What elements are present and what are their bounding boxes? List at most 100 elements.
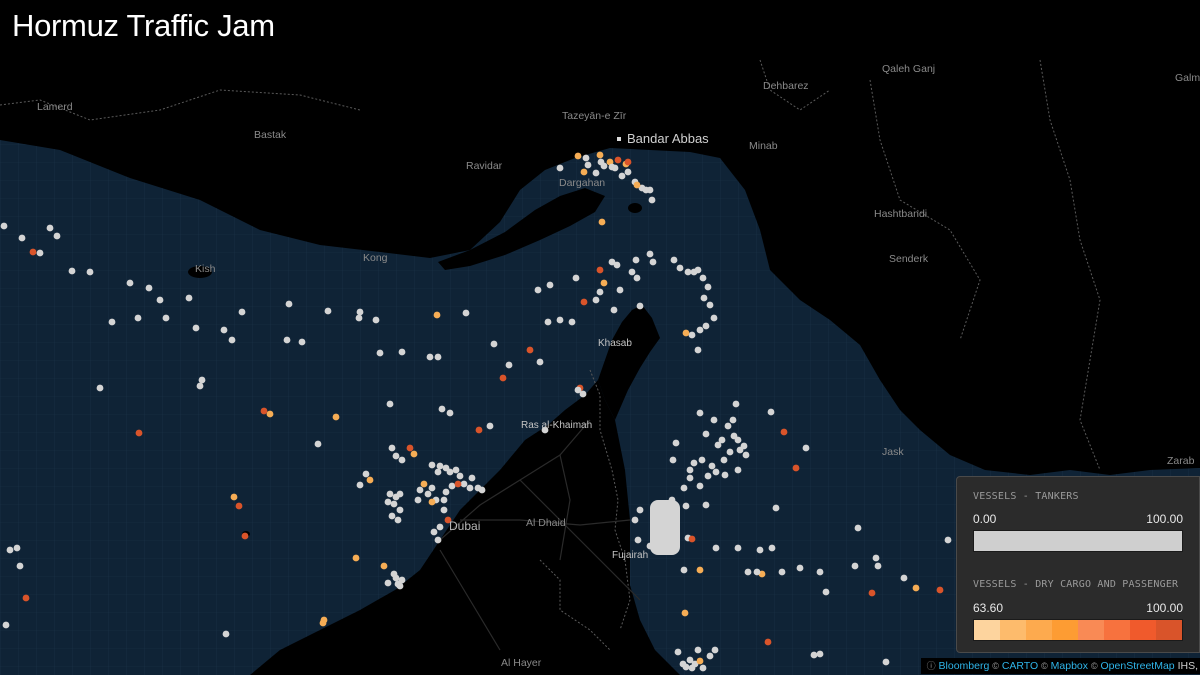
tanker-vessel-marker[interactable] [690,459,698,467]
tanker-vessel-marker[interactable] [670,256,678,264]
tanker-vessel-marker[interactable] [108,318,116,326]
tanker-vessel-marker[interactable] [0,222,8,230]
tanker-vessel-marker[interactable] [686,466,694,474]
tanker-vessel-marker[interactable] [388,444,396,452]
attribution-osm-link[interactable]: OpenStreetMap [1101,660,1175,672]
cargo-vessel-marker[interactable] [633,181,641,189]
cargo-vessel-marker[interactable] [780,428,788,436]
tanker-vessel-marker[interactable] [196,382,204,390]
tanker-vessel-marker[interactable] [756,546,764,554]
tanker-vessel-marker[interactable] [624,168,632,176]
attribution-mapbox-link[interactable]: Mapbox [1051,660,1088,672]
cargo-vessel-marker[interactable] [433,311,441,319]
tanker-vessel-marker[interactable] [734,436,742,444]
tanker-vessel-marker[interactable] [633,274,641,282]
tanker-vessel-marker[interactable] [696,326,704,334]
tanker-vessel-marker[interactable] [356,481,364,489]
tanker-vessel-marker[interactable] [86,268,94,276]
tanker-vessel-marker[interactable] [436,462,444,470]
cargo-vessel-marker[interactable] [682,329,690,337]
tanker-vessel-marker[interactable] [446,409,454,417]
cargo-vessel-marker[interactable] [696,566,704,574]
cargo-vessel-marker[interactable] [688,535,696,543]
tanker-vessel-marker[interactable] [900,574,908,582]
tanker-vessel-marker[interactable] [822,588,830,596]
tanker-vessel-marker[interactable] [600,162,608,170]
tanker-vessel-marker[interactable] [649,258,657,266]
cargo-vessel-marker[interactable] [580,298,588,306]
tanker-vessel-marker[interactable] [546,281,554,289]
tanker-vessel-marker[interactable] [440,506,448,514]
tanker-vessel-marker[interactable] [742,451,750,459]
cargo-vessel-marker[interactable] [580,168,588,176]
tanker-vessel-marker[interactable] [362,470,370,478]
tanker-vessel-marker[interactable] [796,564,804,572]
tanker-vessel-marker[interactable] [462,309,470,317]
tanker-vessel-marker[interactable] [536,358,544,366]
tanker-vessel-marker[interactable] [680,566,688,574]
tanker-vessel-marker[interactable] [376,349,384,357]
tanker-vessel-marker[interactable] [674,648,682,656]
tanker-vessel-marker[interactable] [126,279,134,287]
tanker-vessel-marker[interactable] [134,314,142,322]
tanker-vessel-marker[interactable] [238,308,246,316]
tanker-vessel-marker[interactable] [679,660,687,668]
tanker-vessel-marker[interactable] [283,336,291,344]
tanker-vessel-marker[interactable] [710,416,718,424]
tanker-vessel-marker[interactable] [699,274,707,282]
tanker-vessel-marker[interactable] [706,301,714,309]
tanker-vessel-marker[interactable] [704,283,712,291]
cargo-vessel-marker[interactable] [499,374,507,382]
tanker-vessel-marker[interactable] [156,296,164,304]
tanker-vessel-marker[interactable] [442,488,450,496]
tanker-vessel-marker[interactable] [386,400,394,408]
cargo-vessel-marker[interactable] [29,248,37,256]
tanker-vessel-marker[interactable] [220,326,228,334]
tanker-vessel-marker[interactable] [384,498,392,506]
tanker-vessel-marker[interactable] [36,249,44,257]
cargo-vessel-marker[interactable] [319,619,327,627]
tanker-vessel-marker[interactable] [676,264,684,272]
cargo-vessel-marker[interactable] [380,562,388,570]
tanker-vessel-marker[interactable] [628,268,636,276]
cargo-vessel-marker[interactable] [420,480,428,488]
tanker-vessel-marker[interactable] [744,568,752,576]
tanker-vessel-marker[interactable] [579,390,587,398]
tanker-vessel-marker[interactable] [314,440,322,448]
tanker-vessel-marker[interactable] [734,544,742,552]
tanker-vessel-marker[interactable] [596,288,604,296]
tanker-vessel-marker[interactable] [568,318,576,326]
cargo-vessel-marker[interactable] [266,410,274,418]
tanker-vessel-marker[interactable] [734,466,742,474]
tanker-vessel-marker[interactable] [185,294,193,302]
tanker-vessel-marker[interactable] [285,300,293,308]
tanker-vessel-marker[interactable] [434,353,442,361]
tanker-vessel-marker[interactable] [648,196,656,204]
tanker-vessel-marker[interactable] [398,348,406,356]
tanker-vessel-marker[interactable] [680,484,688,492]
tanker-vessel-marker[interactable] [631,516,639,524]
tanker-vessel-marker[interactable] [696,482,704,490]
tanker-vessel-marker[interactable] [711,646,719,654]
cargo-vessel-marker[interactable] [696,657,704,665]
tanker-vessel-marker[interactable] [390,500,398,508]
cargo-vessel-marker[interactable] [235,502,243,510]
vessel-anchorage-cluster[interactable] [650,500,680,555]
tanker-vessel-marker[interactable] [851,562,859,570]
tanker-vessel-marker[interactable] [816,568,824,576]
tanker-vessel-marker[interactable] [228,336,236,344]
tanker-vessel-marker[interactable] [694,646,702,654]
cargo-vessel-marker[interactable] [596,151,604,159]
cargo-vessel-marker[interactable] [600,279,608,287]
tanker-vessel-marker[interactable] [490,340,498,348]
tanker-vessel-marker[interactable] [944,536,952,544]
tanker-vessel-marker[interactable] [712,468,720,476]
tanker-vessel-marker[interactable] [816,650,824,658]
tanker-vessel-marker[interactable] [618,172,626,180]
tanker-vessel-marker[interactable] [736,446,744,454]
tanker-vessel-marker[interactable] [428,461,436,469]
tanker-vessel-marker[interactable] [698,456,706,464]
tanker-vessel-marker[interactable] [298,338,306,346]
tanker-vessel-marker[interactable] [682,502,690,510]
tanker-vessel-marker[interactable] [416,486,424,494]
